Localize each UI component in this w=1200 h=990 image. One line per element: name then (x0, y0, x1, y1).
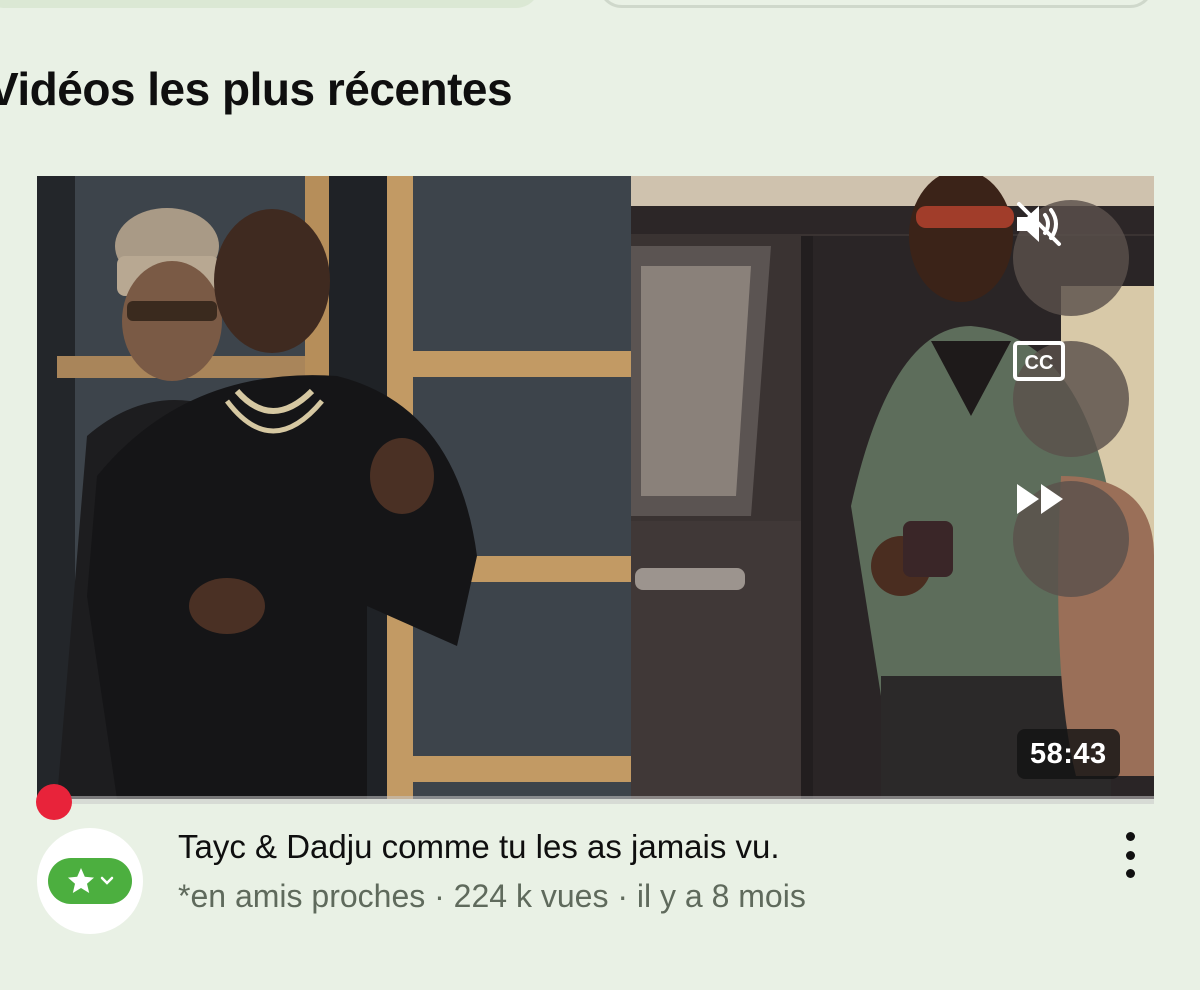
captions-button[interactable]: CC (1013, 341, 1129, 457)
star-icon (68, 868, 94, 893)
meta-separator: · (425, 878, 454, 914)
chevron-down-icon (100, 876, 114, 885)
video-meta: *en amis proches · 224 k vues · il y a 8… (178, 878, 806, 915)
progress-scrubber[interactable] (36, 784, 72, 820)
thumbnail-left-scene (37, 176, 631, 799)
top-tab-pill[interactable] (0, 0, 540, 8)
top-outline-pill[interactable] (598, 0, 1154, 8)
video-thumbnail[interactable]: CC 58:43 (37, 176, 1154, 799)
fast-forward-button[interactable] (1013, 481, 1129, 597)
dot (1125, 850, 1135, 860)
avatar-badge (48, 858, 132, 904)
left-scene-illustration (37, 176, 631, 799)
mute-button[interactable] (1013, 200, 1129, 316)
channel-avatar[interactable] (37, 828, 143, 934)
duration-badge: 58:43 (1017, 729, 1120, 779)
upload-age: il y a 8 mois (636, 878, 806, 914)
dot (1125, 869, 1135, 878)
view-count: 224 k vues (453, 878, 609, 914)
more-options-icon[interactable] (1112, 832, 1148, 878)
dot (1125, 832, 1135, 841)
progress-bar[interactable] (37, 796, 1154, 804)
video-title[interactable]: Tayc & Dadju comme tu les as jamais vu. (178, 828, 780, 866)
closed-captions-icon: CC (1013, 341, 1065, 381)
fast-forward-icon (1017, 484, 1063, 514)
channel-name[interactable]: *en amis proches (178, 878, 425, 914)
meta-separator: · (608, 878, 637, 914)
captions-label: CC (1025, 352, 1054, 374)
section-title: Vidéos les plus récentes (0, 63, 513, 115)
volume-muted-icon (1017, 202, 1061, 246)
